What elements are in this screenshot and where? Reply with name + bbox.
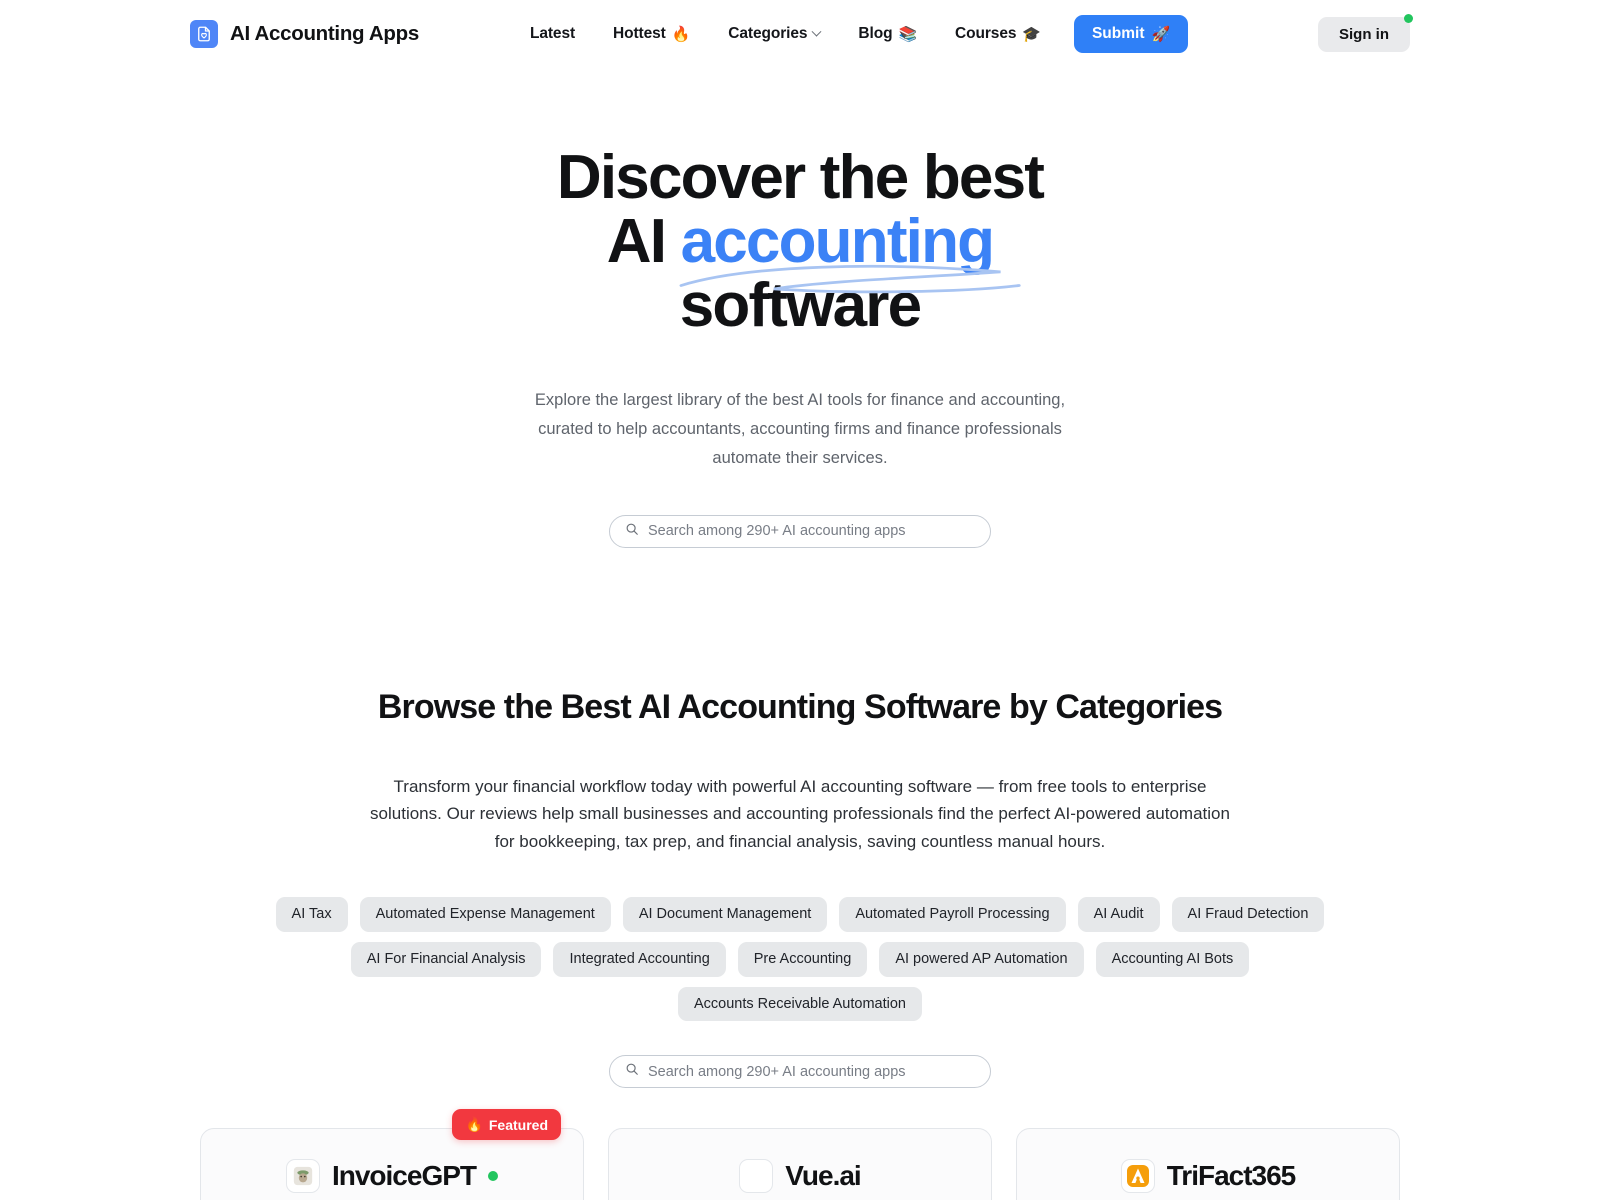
category-tag[interactable]: AI powered AP Automation — [879, 941, 1084, 977]
nav-link-blog-label: Blog — [858, 25, 893, 42]
hero-section: Discover the best AI accounting software… — [0, 68, 1600, 548]
top-navigation-bar: AI Accounting Apps Latest Hottest 🔥 Cate… — [0, 0, 1600, 68]
app-card-title: Vue.ai — [785, 1160, 861, 1192]
nav-link-latest-label: Latest — [529, 25, 576, 42]
app-card-title: InvoiceGPT — [331, 1160, 477, 1192]
rocket-icon: 🚀 — [1151, 25, 1171, 43]
submit-button-label: Submit — [1091, 25, 1145, 42]
app-card-trifact365[interactable]: TriFact365 De makkelijkste Scan & Herken… — [1016, 1128, 1400, 1200]
category-tag[interactable]: AI Audit — [1077, 897, 1160, 932]
featured-badge-label: Featured — [488, 1116, 548, 1133]
category-tag[interactable]: Pre Accounting — [737, 941, 868, 977]
brand-name: AI Accounting Apps — [230, 22, 419, 45]
nav-link-hottest[interactable]: Hottest 🔥 — [594, 17, 709, 51]
category-tag[interactable]: AI Fraud Detection — [1171, 897, 1325, 932]
app-card-grid: 🔥 Featured InvoiceGPT InvoiceGPT is a fu… — [200, 1109, 1400, 1200]
hero-subtitle: Explore the largest library of the best … — [534, 390, 1066, 467]
category-tag[interactable]: AI For Financial Analysis — [350, 941, 542, 977]
document-heart-icon — [190, 20, 218, 48]
category-tag-list: AI Tax Automated Expense Management AI D… — [275, 897, 1325, 1022]
nav-link-courses-label: Courses — [955, 25, 1017, 42]
category-tag[interactable]: AI Document Management — [622, 897, 828, 932]
submit-button[interactable]: Submit 🚀 — [1073, 15, 1189, 53]
categories-heading: Browse the Best AI Accounting Software b… — [377, 687, 1223, 726]
category-tag[interactable]: Accounting AI Bots — [1095, 941, 1250, 977]
app-card-header: TriFact365 — [1041, 1159, 1375, 1194]
featured-badge: 🔥 Featured — [452, 1109, 561, 1141]
status-online-dot — [1404, 14, 1413, 23]
category-tag[interactable]: Accounts Receivable Automation — [678, 986, 922, 1022]
search-icon — [625, 1062, 639, 1081]
category-tag[interactable]: Automated Payroll Processing — [839, 897, 1066, 932]
brand-logo-link[interactable]: AI Accounting Apps — [190, 20, 419, 48]
category-tag[interactable]: AI Tax — [275, 897, 348, 932]
invoicegpt-avatar-icon — [285, 1159, 320, 1194]
categories-description: Transform your financial workflow today … — [370, 776, 1230, 851]
hero-search-input[interactable] — [648, 523, 975, 540]
underline-swoosh-icon — [679, 264, 1021, 293]
category-tag[interactable]: Integrated Accounting — [553, 941, 726, 977]
catalog-search-box[interactable] — [609, 1055, 991, 1089]
app-card-invoicegpt[interactable]: 🔥 Featured InvoiceGPT InvoiceGPT is a fu… — [200, 1109, 584, 1200]
catalog-search-input[interactable] — [648, 1063, 975, 1080]
nav-link-blog[interactable]: Blog 📚 — [839, 17, 936, 51]
nav-link-categories-label: Categories — [728, 25, 808, 42]
signin-button[interactable]: Sign in — [1318, 17, 1410, 52]
app-card-title: TriFact365 — [1166, 1160, 1297, 1192]
nav-link-courses[interactable]: Courses 🎓 — [936, 17, 1060, 51]
categories-section: Browse the Best AI Accounting Software b… — [0, 548, 1600, 1200]
vue-ai-placeholder-icon — [739, 1159, 774, 1194]
nav-link-latest[interactable]: Latest — [511, 17, 594, 51]
hero-highlight-word: accounting — [679, 209, 1021, 293]
hero-search-box[interactable] — [609, 514, 991, 548]
graduation-cap-icon: 🎓 — [1022, 25, 1041, 43]
page-title: Discover the best AI accounting software — [0, 146, 1600, 338]
search-icon — [625, 522, 639, 541]
nav-link-categories[interactable]: Categories — [709, 17, 839, 51]
chevron-down-icon — [811, 26, 822, 37]
app-card-vue-ai[interactable]: Vue.ai Vue.ai is the only Enterprise AI … — [608, 1128, 992, 1200]
nav-links: Latest Hottest 🔥 Categories Blog 📚 Cours… — [511, 15, 1189, 53]
books-icon: 📚 — [898, 25, 918, 43]
app-live-status-dot — [488, 1171, 499, 1182]
fire-icon: 🔥 — [671, 25, 691, 43]
category-tag[interactable]: Automated Expense Management — [359, 897, 611, 932]
app-card-header: Vue.ai — [633, 1159, 967, 1194]
fire-icon: 🔥 — [465, 1116, 483, 1133]
app-card-header: InvoiceGPT — [225, 1159, 559, 1194]
trifact365-logo-icon — [1120, 1159, 1155, 1194]
nav-link-hottest-label: Hottest — [613, 25, 666, 42]
hero-line-2-prefix: AI — [606, 206, 681, 276]
hero-line-1: Discover the best — [556, 143, 1045, 212]
signin-button-wrapper: Sign in — [1318, 14, 1413, 52]
